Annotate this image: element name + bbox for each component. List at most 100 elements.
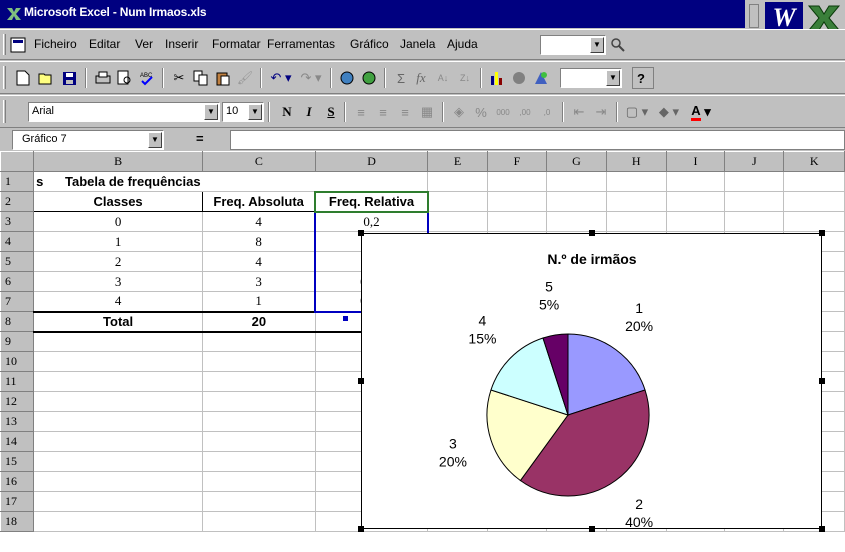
chevron-down-icon[interactable]: ▼ [606, 70, 620, 86]
row-header[interactable]: 9 [0, 331, 35, 352]
data-cell[interactable]: 1 [202, 291, 316, 312]
total-cell[interactable]: Total [33, 310, 204, 333]
data-cell[interactable]: 3 [202, 271, 316, 292]
increase-indent-icon[interactable]: ⇥ [590, 101, 612, 123]
resize-handle[interactable] [819, 378, 825, 384]
row-header[interactable]: 11 [0, 371, 35, 392]
cell[interactable] [202, 451, 316, 472]
cell[interactable] [783, 211, 845, 232]
cell[interactable] [724, 191, 785, 212]
resize-handle[interactable] [358, 526, 364, 532]
decrease-indent-icon[interactable]: ⇤ [568, 101, 590, 123]
cell[interactable] [665, 171, 726, 192]
cell[interactable] [546, 171, 607, 192]
zoom-combo[interactable]: ▼ [560, 68, 622, 88]
format-painter-icon[interactable]: 🖌 [234, 67, 256, 89]
chevron-down-icon[interactable]: ▼ [590, 37, 604, 53]
total-cell[interactable]: 20 [202, 310, 316, 333]
font-color-icon[interactable]: A ▾ [686, 101, 716, 123]
document-icon[interactable] [10, 37, 26, 53]
menu-ver[interactable]: Ver [135, 37, 153, 51]
row-header[interactable]: 18 [0, 511, 35, 532]
bold-button[interactable]: N [276, 101, 298, 123]
autosum-icon[interactable]: Σ [390, 67, 412, 89]
cell[interactable] [33, 331, 204, 352]
cell[interactable] [546, 211, 607, 232]
cell[interactable] [665, 211, 726, 232]
font-size-combo[interactable]: 10 ▼ [222, 102, 264, 122]
cell[interactable] [202, 351, 316, 372]
row-header[interactable]: 7 [0, 291, 35, 312]
cell[interactable] [605, 171, 667, 192]
excel-logo-icon[interactable] [807, 4, 841, 32]
row-header[interactable]: 3 [0, 211, 35, 232]
currency-icon[interactable]: ◈ [448, 101, 470, 123]
row-header[interactable]: 2 [0, 191, 35, 212]
col-header[interactable]: J [724, 151, 785, 172]
row-header[interactable]: 15 [0, 451, 35, 472]
borders-icon[interactable]: ▢ ▾ [622, 101, 652, 123]
row-header[interactable]: 5 [0, 251, 35, 272]
resize-handle[interactable] [358, 230, 364, 236]
cell[interactable] [33, 371, 204, 392]
help-icon[interactable]: ? [632, 67, 654, 89]
copy-icon[interactable] [190, 67, 212, 89]
comma-style-icon[interactable]: 000 [492, 101, 514, 123]
decrease-decimal-icon[interactable]: ,0 [536, 101, 558, 123]
cell[interactable] [665, 191, 726, 212]
row-header[interactable]: 17 [0, 491, 35, 512]
hyperlink-icon[interactable] [358, 67, 380, 89]
data-cell[interactable]: 3 [33, 271, 204, 292]
menu-ferramentas[interactable]: Ferramentas [267, 37, 335, 51]
cell[interactable] [605, 211, 667, 232]
cell[interactable] [202, 371, 316, 392]
cell[interactable] [486, 211, 548, 232]
menu-inserir[interactable]: Inserir [165, 37, 198, 51]
col-header[interactable]: G [546, 151, 607, 172]
col-header[interactable]: H [605, 151, 667, 172]
cell[interactable] [33, 431, 204, 452]
data-cell[interactable]: 4 [202, 211, 316, 232]
row-header[interactable]: 13 [0, 411, 35, 432]
map-icon[interactable] [508, 67, 530, 89]
cell[interactable] [724, 171, 785, 192]
paste-icon[interactable] [212, 67, 234, 89]
row-header[interactable]: 6 [0, 271, 35, 292]
chevron-down-icon[interactable]: ▼ [248, 104, 262, 120]
merge-center-icon[interactable]: ▦ [416, 101, 438, 123]
cell[interactable] [202, 491, 316, 512]
col-header[interactable]: B [33, 151, 204, 172]
percent-icon[interactable]: % [470, 101, 492, 123]
row-header[interactable]: 1 [0, 171, 35, 192]
row-header[interactable]: 8 [0, 311, 35, 332]
cell[interactable] [33, 491, 204, 512]
restore-icon[interactable] [749, 4, 759, 28]
help-combo[interactable]: ▼ [540, 35, 606, 55]
font-name-combo[interactable]: Arial ▼ [28, 102, 220, 122]
open-icon[interactable] [36, 67, 58, 89]
fill-color-icon[interactable]: ◆ ▾ [654, 101, 684, 123]
menu-ajuda[interactable]: Ajuda [447, 37, 478, 51]
col-header[interactable]: F [486, 151, 548, 172]
sort-ascending-icon[interactable]: A↓ [432, 67, 454, 89]
menu-editar[interactable]: Editar [89, 37, 120, 51]
cell[interactable] [33, 391, 204, 412]
cell[interactable] [33, 471, 204, 492]
col-header[interactable]: C [202, 151, 316, 172]
chevron-down-icon[interactable]: ▼ [148, 132, 162, 148]
data-cell[interactable]: 0,2 [314, 210, 429, 232]
header-cell[interactable]: Freq. Absoluta [202, 191, 316, 212]
embedded-chart[interactable]: N.º de irmãos 1 20% 2 40% 3 20% 4 15% 5 5% [361, 233, 822, 529]
search-icon[interactable] [610, 37, 626, 53]
cell[interactable] [33, 511, 204, 532]
print-icon[interactable] [92, 67, 114, 89]
new-icon[interactable] [12, 67, 34, 89]
cell[interactable] [202, 511, 316, 532]
cell[interactable] [783, 171, 845, 192]
data-cell[interactable]: 1 [33, 231, 204, 252]
cell-a1-fragment[interactable]: s Tabela de frequências [33, 171, 203, 192]
cell[interactable] [33, 411, 204, 432]
cell[interactable] [33, 451, 204, 472]
chevron-down-icon[interactable]: ▼ [204, 104, 218, 120]
menu-formatar[interactable]: Formatar [212, 37, 261, 51]
